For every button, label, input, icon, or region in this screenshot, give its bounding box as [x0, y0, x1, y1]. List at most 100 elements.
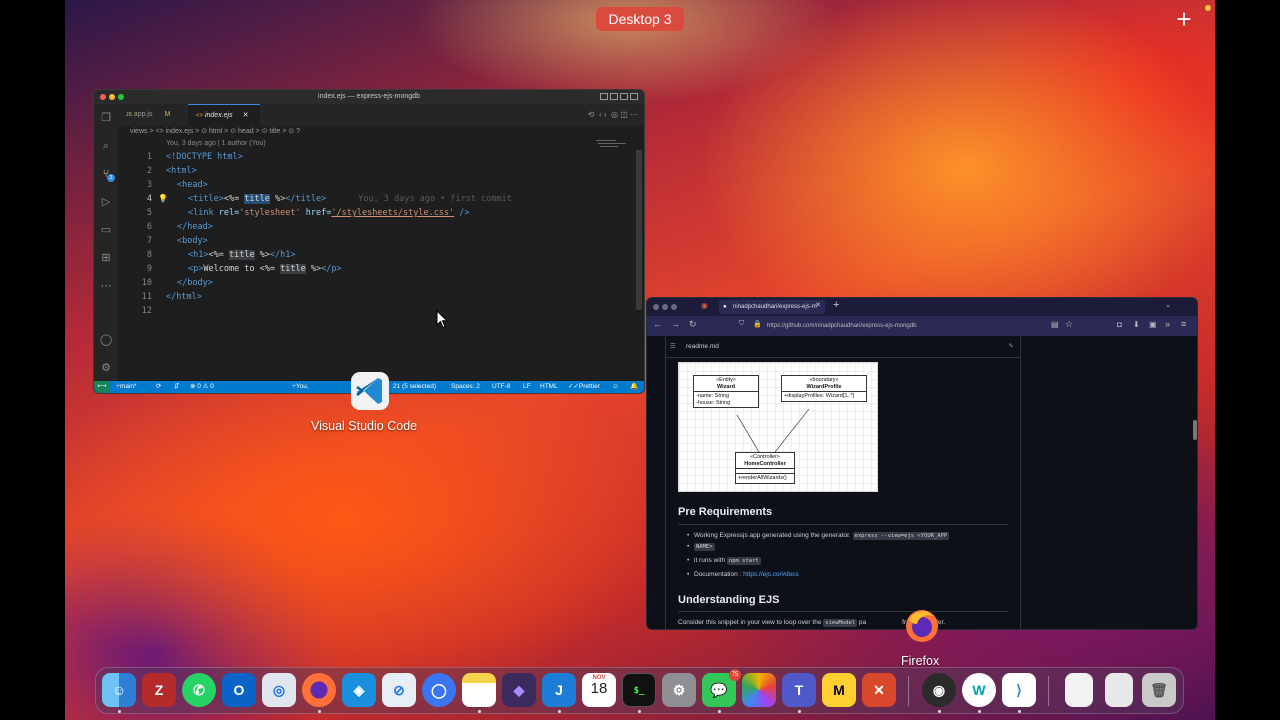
firefox-window[interactable]: ◉ ● ninadpchaudhari/express-ejs-m ✕ + ⌄ … — [646, 297, 1198, 630]
problems-indicator[interactable]: ⊗ 0 ⚠ 0 — [190, 381, 214, 393]
reload-button[interactable]: ↻ — [689, 319, 697, 330]
close-window-button[interactable] — [100, 94, 106, 100]
remote-indicator-icon[interactable]: ⟷ — [94, 381, 110, 393]
trash-icon[interactable]: 🗑 — [1142, 673, 1176, 707]
next-change-icon[interactable]: › — [604, 110, 607, 119]
calendar-icon[interactable]: NOV 18 — [582, 673, 616, 707]
outlook-icon[interactable]: O — [222, 673, 256, 707]
vscode-app-icon[interactable] — [351, 372, 389, 410]
address-bar[interactable]: https://github.com/ninadpchaudhari/expre… — [767, 319, 1067, 333]
customize-layout-icon[interactable] — [630, 93, 638, 100]
language-mode[interactable]: HTML — [540, 381, 558, 393]
docs-link[interactable]: https://ejs.co/#docs — [743, 571, 799, 578]
outline-list-icon[interactable]: ☰ — [670, 336, 676, 358]
close-tab-icon[interactable]: ✕ — [815, 301, 821, 309]
editor-scrollbar[interactable] — [636, 150, 642, 310]
obs-icon[interactable]: ◉ — [922, 673, 956, 707]
miro-icon[interactable]: M — [822, 673, 856, 707]
minimize-window-button[interactable] — [109, 94, 115, 100]
eol-status[interactable]: LF — [523, 381, 531, 393]
ports-icon[interactable]: ⇵ — [174, 381, 179, 393]
split-editor-icon[interactable]: ◫ — [620, 110, 628, 119]
sync-icon[interactable]: ⟳ — [156, 381, 161, 393]
remote-explorer-icon[interactable]: ▭ — [100, 224, 112, 236]
tab-app-js[interactable]: JS app.js M — [118, 104, 186, 126]
source-control-icon[interactable]: ⑂ 3 — [100, 168, 115, 182]
more-actions-icon[interactable]: ⋯ — [630, 110, 638, 119]
codelens-blame[interactable]: You, 3 days ago | 1 author (You) — [166, 138, 266, 149]
app-menu-icon[interactable]: ≡ — [1181, 319, 1186, 329]
extensions-icon[interactable]: ▣ — [1149, 320, 1157, 329]
more-icon[interactable]: ⋯ — [100, 280, 112, 292]
lock-icon[interactable]: 🔒 — [753, 320, 762, 328]
finder-icon[interactable]: ☺ — [102, 673, 136, 707]
bookmark-star-icon[interactable]: ☆ — [1065, 319, 1073, 330]
layout-controls[interactable] — [598, 92, 638, 102]
signal-icon[interactable]: ◯ — [422, 673, 456, 707]
code-editor[interactable]: 1 2 3 4 5 6 7 8 9 10 11 12 <!DOCTYPE htm… — [118, 150, 634, 383]
search-icon[interactable]: ⌕ — [100, 140, 112, 152]
safari-icon[interactable]: ⊘ — [382, 673, 416, 707]
minimap[interactable] — [596, 138, 632, 152]
account-icon[interactable]: ◯ — [100, 334, 112, 346]
forward-button[interactable]: → — [671, 319, 680, 329]
branch-indicator[interactable]: ⑂ main* — [116, 381, 137, 393]
messages-icon[interactable]: 💬 75 — [702, 669, 741, 707]
firefox-dock-icon[interactable] — [302, 673, 336, 707]
terminal-icon[interactable]: $_ — [622, 673, 656, 707]
zoom-window-button[interactable] — [118, 94, 124, 100]
notes-icon[interactable] — [462, 673, 496, 707]
obsidian-icon[interactable]: ◆ — [502, 673, 536, 707]
minimize-window-button[interactable] — [662, 304, 668, 310]
prettier-status[interactable]: ✓✓ Prettier — [568, 381, 600, 393]
indentation-status[interactable]: Spaces: 2 — [451, 381, 480, 393]
archive-file-icon[interactable] — [1105, 673, 1133, 707]
run-debug-icon[interactable]: ▷ — [100, 196, 112, 208]
preview-icon[interactable]: ◎ — [611, 110, 618, 119]
encoding-status[interactable]: UTF-8 — [492, 381, 510, 393]
jamf-icon[interactable]: J — [542, 673, 576, 707]
toggle-sidebar-icon[interactable] — [600, 93, 608, 100]
git-blame-status[interactable]: ⑂ You, 3 days ago — [292, 381, 309, 393]
notifications-bell-icon[interactable]: 🔔 — [630, 381, 638, 393]
toggle-secondary-sidebar-icon[interactable] — [620, 93, 628, 100]
close-window-button[interactable] — [653, 304, 659, 310]
open-changes-icon[interactable]: ⟲ — [588, 110, 595, 119]
safari-technology-preview-icon[interactable]: ◈ — [342, 673, 376, 707]
photos-icon[interactable] — [742, 673, 776, 707]
shield-icon[interactable]: ⛉ — [739, 320, 744, 328]
toggle-panel-icon[interactable] — [610, 93, 618, 100]
firefox-app-icon[interactable] — [903, 606, 941, 644]
vscode-dock-icon[interactable]: ⟩ — [1002, 673, 1036, 707]
downloads-icon[interactable]: ⬇ — [1133, 320, 1140, 329]
add-desktop-button[interactable]: + — [1170, 6, 1198, 34]
close-tab-icon[interactable]: ✕ — [243, 112, 249, 119]
new-tab-button[interactable]: + — [833, 299, 839, 311]
page-scrollbar[interactable] — [1193, 420, 1197, 440]
tab-index-ejs[interactable]: <> index.ejs ✕ — [188, 104, 260, 126]
zoom-window-button[interactable] — [671, 304, 677, 310]
vscode-titlebar[interactable]: index.ejs — express-ejs-mongdb — [94, 90, 644, 104]
zotero-icon[interactable]: Z — [142, 673, 176, 707]
lightbulb-icon[interactable]: 💡 — [158, 194, 168, 203]
system-settings-icon[interactable]: ⚙ — [662, 673, 696, 707]
pocket-icon[interactable]: ◘ — [1117, 320, 1122, 329]
vscode-window[interactable]: index.ejs — express-ejs-mongdb ❐ ⌕ ⑂ 3 ▷ … — [93, 89, 645, 394]
code-link[interactable]: '/stylesheets/style.css' — [331, 208, 454, 218]
edit-pencil-icon[interactable]: ✎ — [1009, 336, 1014, 358]
chrome-remote-icon[interactable]: ◎ — [262, 673, 296, 707]
explorer-icon[interactable]: ❐ — [100, 112, 112, 124]
document-icon[interactable] — [1065, 673, 1093, 707]
pinned-tab-icon[interactable]: ◉ — [701, 301, 708, 310]
page-content[interactable]: ☰ readme.md ✎ «Entity» Wizard -name: Stri… — [647, 336, 1197, 629]
browser-tab-github[interactable]: ● ninadpchaudhari/express-ejs-m — [719, 300, 825, 314]
whatsapp-icon[interactable]: ✆ — [182, 673, 216, 707]
cursor-position[interactable]: 21 (5 selected) — [393, 381, 436, 393]
remote-desktop-icon[interactable]: ✕ — [862, 673, 896, 707]
reader-view-icon[interactable]: ▤ — [1051, 320, 1059, 329]
back-button[interactable]: ← — [653, 319, 662, 329]
overflow-menu-icon[interactable]: » — [1165, 319, 1170, 329]
feedback-icon[interactable]: ☺ — [612, 381, 619, 393]
settings-gear-icon[interactable]: ⚙ — [100, 362, 112, 374]
teams-icon[interactable]: T — [782, 673, 816, 707]
